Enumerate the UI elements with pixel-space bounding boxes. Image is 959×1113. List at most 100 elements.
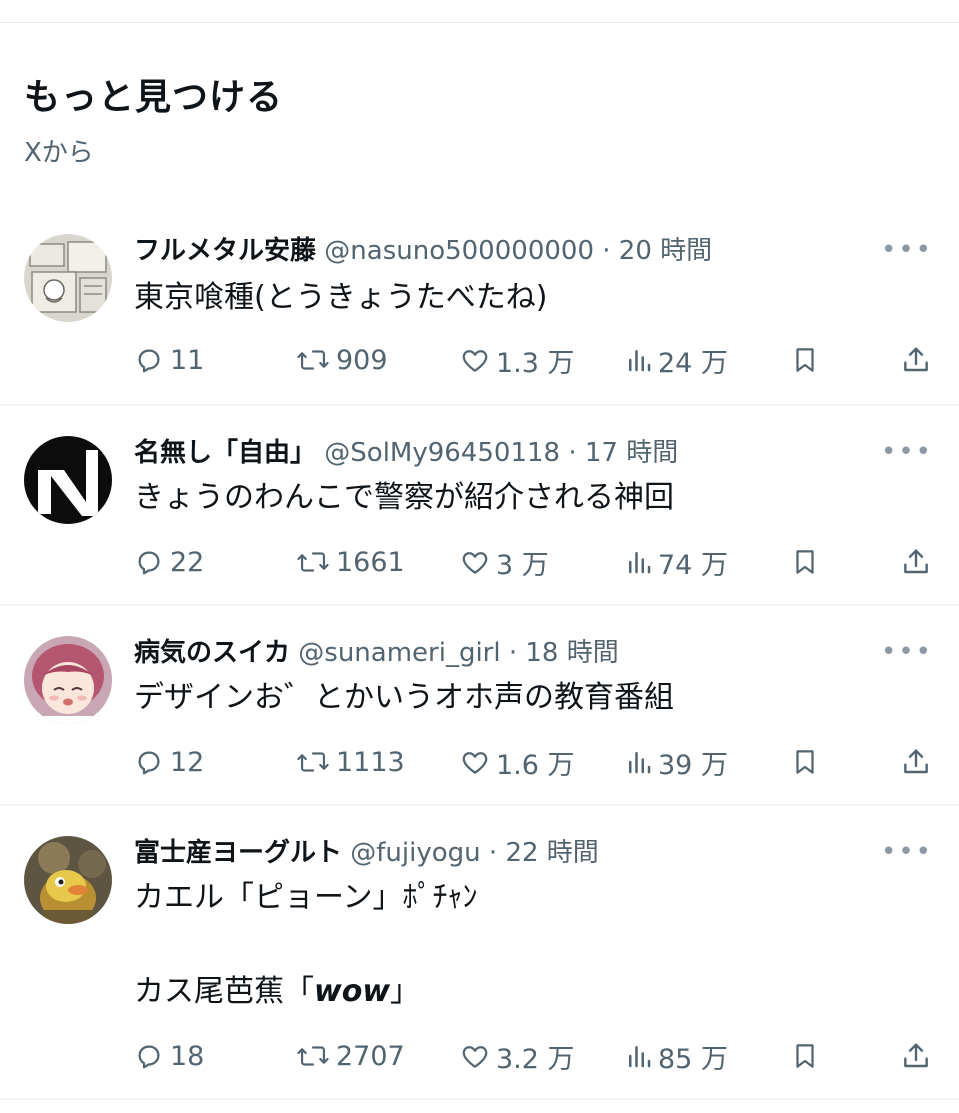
view-count: 24 万 (658, 347, 728, 379)
display-name[interactable]: フルメタル安藤 (134, 236, 316, 266)
views-chart-icon (629, 1046, 651, 1068)
reply-icon (138, 349, 160, 373)
more-options-icon[interactable]: ••• (881, 439, 933, 465)
post-text: デザインお゛とかいうオホ声の教育番組 (134, 680, 674, 715)
repost-button[interactable]: 1113 (296, 742, 405, 782)
share-icon (904, 1043, 928, 1068)
avatar[interactable] (24, 636, 112, 724)
views-chart-icon (629, 752, 651, 774)
share-button[interactable] (900, 340, 932, 380)
repost-icon (297, 552, 329, 572)
bookmark-button[interactable] (790, 742, 820, 782)
share-icon (904, 749, 928, 774)
reply-button[interactable]: 11 (134, 340, 204, 380)
repost-button[interactable]: 2707 (296, 1036, 405, 1076)
like-count: 3.2 万 (496, 1043, 575, 1075)
section-title: もっと見つける (24, 77, 284, 118)
post-divider (0, 604, 959, 606)
avatar[interactable] (24, 836, 112, 924)
post-divider (0, 1098, 959, 1100)
bookmark-icon (796, 750, 814, 774)
post-time[interactable]: 17 時間 (585, 438, 678, 468)
more-options-icon[interactable]: ••• (881, 639, 933, 665)
avatar[interactable] (24, 436, 112, 524)
reply-button[interactable]: 18 (134, 1036, 204, 1076)
more-options-icon[interactable]: ••• (881, 237, 933, 263)
like-count: 1.6 万 (496, 749, 575, 781)
heart-icon (462, 552, 488, 574)
bookmark-button[interactable] (790, 1036, 820, 1076)
views-button[interactable]: 24 万 (626, 340, 728, 380)
post-card[interactable]: 病気のスイカ @sunameri_girl · 18 時間 ••• デザインお゛… (0, 636, 959, 806)
display-name[interactable]: 名無し「自由」 (134, 438, 316, 468)
post-time[interactable]: 18 時間 (525, 638, 618, 668)
repost-count: 2707 (336, 1040, 405, 1072)
view-count: 39 万 (658, 749, 728, 781)
action-bar: 12 1113 1.6 万 39 万 (0, 742, 959, 782)
post-card[interactable]: フルメタル安藤 @nasuno500000000 · 20 時間 ••• 東京喰… (0, 234, 959, 406)
post-text-segment: カス尾芭蕉「 (134, 974, 314, 1009)
post-divider (0, 404, 959, 406)
avatar[interactable] (24, 234, 112, 322)
heart-icon (462, 1046, 488, 1068)
views-chart-icon (629, 350, 651, 372)
repost-button[interactable]: 1661 (296, 542, 405, 582)
like-button[interactable]: 1.6 万 (460, 742, 575, 782)
repost-button[interactable]: 909 (296, 340, 388, 380)
heart-icon (462, 350, 488, 372)
repost-icon (297, 1046, 329, 1066)
action-bar: 11 909 1.3 万 24 万 (0, 340, 959, 380)
like-count: 3 万 (496, 549, 549, 581)
bookmark-icon (796, 348, 814, 372)
reply-button[interactable]: 22 (134, 542, 204, 582)
repost-count: 1113 (336, 746, 405, 778)
views-button[interactable]: 39 万 (626, 742, 728, 782)
bookmark-button[interactable] (790, 542, 820, 582)
post-card[interactable]: 名無し「自由」 @SolMy96450118 · 17 時間 ••• きょうのわ… (0, 436, 959, 606)
user-handle[interactable]: @SolMy96450118 (324, 438, 560, 468)
reply-icon (138, 751, 160, 775)
like-button[interactable]: 1.3 万 (460, 340, 575, 380)
user-handle[interactable]: @fujiyogu (350, 838, 480, 868)
heart-icon (462, 752, 488, 774)
view-count: 85 万 (658, 1043, 728, 1075)
post-card[interactable]: 富士産ヨーグルト @fujiyogu · 22 時間 ••• カエル「ピョーン」… (0, 836, 959, 1100)
post-header: 富士産ヨーグルト @fujiyogu · 22 時間 (134, 836, 599, 870)
post-text-emphasis: wow (314, 974, 391, 1009)
bookmark-icon (796, 550, 814, 574)
share-icon (904, 347, 928, 372)
more-options-icon[interactable]: ••• (881, 839, 933, 865)
share-button[interactable] (900, 742, 932, 782)
reply-button[interactable]: 12 (134, 742, 204, 782)
post-text: きょうのわんこで警察が紹介される神回 (134, 480, 674, 515)
action-bar: 22 1661 3 万 74 万 (0, 542, 959, 582)
views-button[interactable]: 85 万 (626, 1036, 728, 1076)
separator-dot: · (560, 438, 585, 468)
post-time[interactable]: 20 時間 (619, 236, 712, 266)
view-count: 74 万 (658, 549, 728, 581)
repost-count: 1661 (336, 546, 405, 578)
reply-icon (138, 1045, 160, 1069)
bookmark-button[interactable] (790, 340, 820, 380)
separator-dot: · (480, 838, 506, 868)
top-divider (0, 22, 959, 23)
reply-count: 22 (170, 546, 205, 578)
repost-icon (297, 752, 329, 772)
display-name[interactable]: 富士産ヨーグルト (134, 838, 342, 868)
share-icon (904, 549, 928, 574)
views-button[interactable]: 74 万 (626, 542, 728, 582)
repost-icon (297, 350, 329, 370)
share-button[interactable] (900, 1036, 932, 1076)
user-handle[interactable]: @nasuno500000000 (324, 236, 594, 266)
reply-icon (138, 551, 160, 575)
like-button[interactable]: 3.2 万 (460, 1036, 575, 1076)
share-button[interactable] (900, 542, 932, 582)
post-time[interactable]: 22 時間 (505, 838, 598, 868)
display-name[interactable]: 病気のスイカ (134, 638, 290, 668)
post-text-segment: 」 (390, 974, 421, 1009)
post-text-line: カス尾芭蕉「wow」 (134, 972, 420, 1012)
post-header: 名無し「自由」 @SolMy96450118 · 17 時間 (134, 436, 678, 470)
user-handle[interactable]: @sunameri_girl (298, 638, 500, 668)
reply-count: 12 (170, 746, 205, 778)
like-button[interactable]: 3 万 (460, 542, 549, 582)
